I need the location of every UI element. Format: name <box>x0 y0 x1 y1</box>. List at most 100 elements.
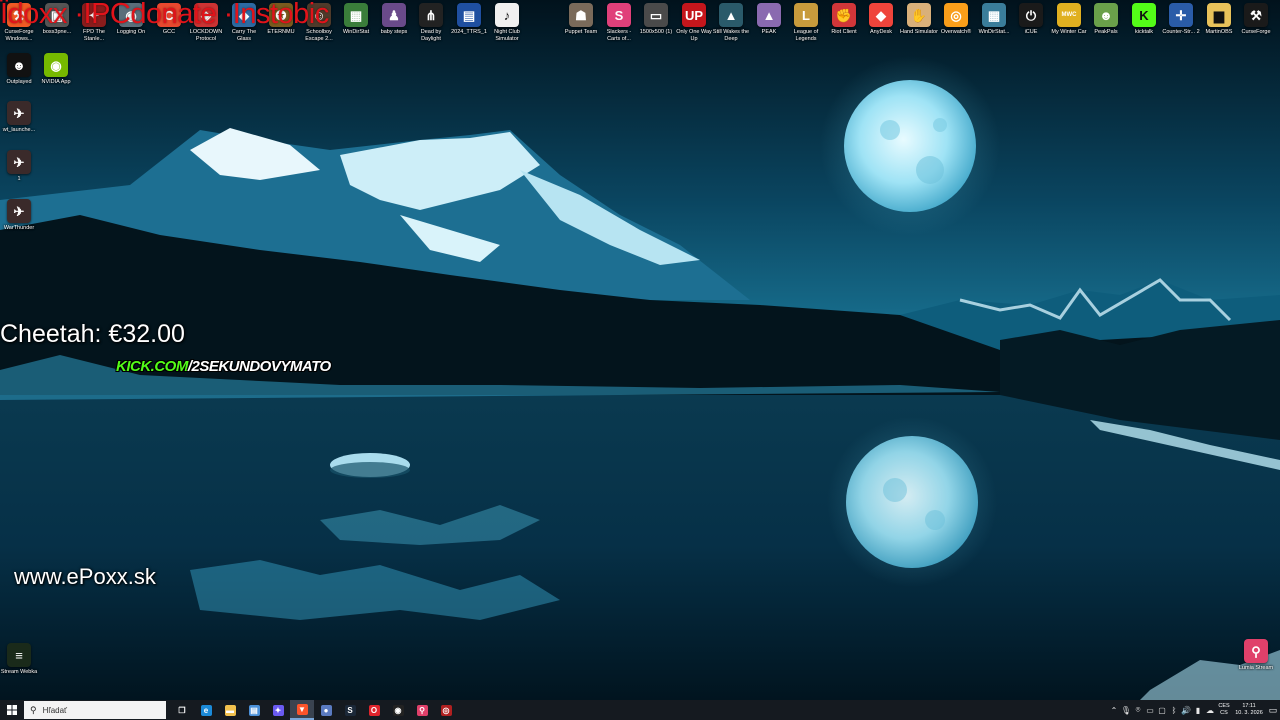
taskbar-app-app-red[interactable]: ◎ <box>434 700 458 720</box>
taskbar-app-opera[interactable]: O <box>362 700 386 720</box>
desktop-icon[interactable]: ⋔ Dead by Daylight <box>412 0 450 43</box>
desktop-icon[interactable]: ▲ Still Wakes the Deep <box>712 0 750 43</box>
speaker-icon[interactable]: 🔊 <box>1180 700 1192 720</box>
desktop-icon[interactable]: ▦ WinDirStat <box>337 0 375 36</box>
desktop-icon-label: Stream Webka <box>0 669 38 675</box>
app-icon: ◉ <box>44 53 68 77</box>
desktop-icon[interactable]: ▣ boss3pne... <box>38 0 76 36</box>
desktop-icon[interactable]: ✊ Riot Client <box>825 0 863 36</box>
desktop-icon[interactable]: ▲ PEAK <box>750 0 788 36</box>
desktop-icon-label: LOCKDOWN Protocol <box>189 29 223 42</box>
desktop-icon[interactable]: ⏻ iCUE <box>1012 0 1050 36</box>
taskbar-app-task-view[interactable]: ❐ <box>170 700 194 720</box>
desktop-icon[interactable]: ✈ WarThunder <box>0 196 38 232</box>
lumia-icon: ⚲ <box>416 704 428 716</box>
start-button[interactable] <box>0 700 24 720</box>
desktop-icon[interactable]: S Slackers - Carts of... <box>600 0 638 43</box>
desktop-icon[interactable]: ▆ MartinOBS <box>1200 0 1238 36</box>
app-icon: ⚒ <box>1244 3 1268 27</box>
brave-icon: ▼ <box>296 703 308 715</box>
network-icon[interactable]: ▭ <box>1144 700 1156 720</box>
taskbar-app-edge[interactable]: e <box>194 700 218 720</box>
battery-icon[interactable]: ▮ <box>1192 700 1204 720</box>
desktop-icon-label: NVIDIA App <box>41 79 71 85</box>
desktop-icon[interactable]: ▤ 2024_TTRS_1 <box>450 0 488 36</box>
app-icon: ◎ <box>944 3 968 27</box>
app-icon: ✊ <box>832 3 856 27</box>
desktop-icon[interactable]: ✋ Hand Simulator <box>900 0 938 36</box>
desktop-icon[interactable]: ☻ PeakPals <box>1087 0 1125 36</box>
desktop-icon-label: Outplayed <box>6 79 32 85</box>
taskbar-app-steam[interactable]: S <box>338 700 362 720</box>
desktop-icon[interactable]: ⚒ CurseForge Windows... <box>0 0 38 43</box>
desktop-icon-label: Dead by Daylight <box>420 29 442 42</box>
desktop-icon[interactable]: ✛ Counter-Str... 2 <box>1162 0 1200 36</box>
desktop-icon[interactable]: UP Only One Way Up <box>675 0 713 43</box>
desktop-icon[interactable]: ◎ Overwatch® <box>937 0 975 36</box>
desktop-icon[interactable]: ◉ NVIDIA App <box>37 50 75 86</box>
taskbar-app-obs[interactable]: ◉ <box>386 700 410 720</box>
search-placeholder: Hľadať <box>42 705 68 715</box>
notification-center-icon[interactable]: ▭ <box>1266 700 1280 720</box>
desktop-icon-label: Schoolboy Escape 2... <box>305 29 333 42</box>
cheetah-goal-overlay: Cheetah: €32.00 <box>0 320 185 348</box>
desktop-icon[interactable]: ✈ wt_launche... <box>0 98 38 134</box>
desktop-icon-label: FPD The Stanle... <box>83 29 105 42</box>
onedrive-icon[interactable]: ☁ <box>1204 700 1216 720</box>
desktop: ⚒ CurseForge Windows... ▣ boss3pne... ✦ FPD T… <box>0 0 1280 700</box>
copilot-icon: ✦ <box>272 704 284 716</box>
app-icon: ◉ <box>119 3 143 27</box>
taskbar-app-lumia[interactable]: ⚲ <box>410 700 434 720</box>
desktop-icon[interactable]: ◈ LOCKDOWN Protocol <box>187 0 225 43</box>
desktop-icon-label: CurseForge <box>1241 29 1271 35</box>
taskbar-app-copilot[interactable]: ✦ <box>266 700 290 720</box>
kick-domain-text: KICK.COM <box>116 357 188 375</box>
website-overlay: www.ePoxx.sk <box>14 564 156 589</box>
desktop-icon[interactable]: ◉ Logging On <box>112 0 150 36</box>
desktop-icon-label: WinDirStat <box>342 29 370 35</box>
kick-channel-text: /2SEKUNDOVYMATO <box>187 357 331 375</box>
desktop-icon[interactable]: ◆ AnyDesk <box>862 0 900 36</box>
app-icon: MWC <box>1057 3 1081 27</box>
bluetooth-icon[interactable]: ᛒ <box>1168 700 1180 720</box>
taskbar-app-brave[interactable]: ▼ <box>290 700 314 720</box>
language-indicator[interactable]: CES CS <box>1216 703 1232 717</box>
desktop-icon[interactable]: ⚒ CurseForge <box>1237 0 1275 36</box>
desktop-icon[interactable]: ▦ WinDirStat... <box>975 0 1013 36</box>
desktop-icon[interactable]: ☗ Puppet Team <box>562 0 600 36</box>
desktop-icon-label: ETERNMU <box>267 29 295 35</box>
taskbar-search-box[interactable]: ⚲ Hľadať <box>24 701 166 719</box>
desktop-icon[interactable]: ◆ Carry The Glass <box>225 0 263 43</box>
taskbar-app-notepad[interactable]: ▤ <box>242 700 266 720</box>
desktop-icon[interactable]: ⚲ Lumia Stream <box>1237 636 1275 672</box>
desktop-icon-label: PEAK <box>761 29 777 35</box>
taskbar-app-file-explorer[interactable]: ▬ <box>218 700 242 720</box>
desktop-icon[interactable]: ✦ FPD The Stanle... <box>75 0 113 43</box>
desktop-icon[interactable]: ♟ baby steps <box>375 0 413 36</box>
desktop-icon-label: MartinOBS <box>1205 29 1233 35</box>
desktop-icon[interactable]: ✪ ETERNMU <box>262 0 300 36</box>
app-icon: ◆ <box>869 3 893 27</box>
app-icon: ◈ <box>194 3 218 27</box>
desktop-icon[interactable]: ✈ 1 <box>0 147 38 183</box>
app-icon: UP <box>682 3 706 27</box>
show-hidden-icons-chevron-icon[interactable]: ⌃ <box>1108 700 1120 720</box>
microphone-icon[interactable]: 🎙 <box>1120 700 1132 720</box>
app-icon: ✛ <box>1169 3 1193 27</box>
clock-time: 17:11 <box>1242 703 1256 709</box>
desktop-icon[interactable]: L League of Legends <box>787 0 825 43</box>
desktop-icon[interactable]: ▭ 1500x500 (1) <box>637 0 675 36</box>
desktop-icon[interactable]: Kkicktalk <box>1125 0 1163 36</box>
desktop-icon[interactable]: ☻ Outplayed <box>0 50 38 86</box>
wifi-icon[interactable]: ⌾ <box>1132 700 1144 720</box>
desktop-icon[interactable]: MWC My Winter Car <box>1050 0 1088 36</box>
desktop-icon-label: Only One Way Up <box>676 29 712 42</box>
taskbar-clock[interactable]: 17:11 10. 3. 2026 <box>1232 703 1266 717</box>
desktop-icon[interactable]: ♪ Night Club Simulator <box>488 0 526 43</box>
display-icon[interactable]: ▢ <box>1156 700 1168 720</box>
desktop-icon[interactable]: ☺ Schoolboy Escape 2... <box>300 0 338 43</box>
desktop-icon[interactable]: ≡ Stream Webka <box>0 640 38 676</box>
taskbar-app-app-blue[interactable]: ● <box>314 700 338 720</box>
desktop-icon[interactable]: C GCC <box>150 0 188 36</box>
desktop-icon-label: PeakPals <box>1094 29 1118 35</box>
